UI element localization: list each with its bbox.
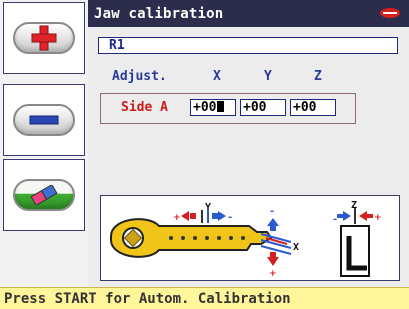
key-icon <box>110 218 273 258</box>
y-column-header: Y <box>264 69 272 84</box>
erase-pill <box>13 179 75 211</box>
status-bar: Press START for Autom. Calibration <box>0 287 409 309</box>
minus-icon <box>29 115 59 125</box>
z-value: +00 <box>293 100 317 115</box>
name-field[interactable]: R1 <box>98 37 398 54</box>
y-value: +00 <box>243 100 267 115</box>
x-value-field[interactable]: +00 <box>190 99 236 116</box>
remove-button[interactable] <box>3 84 85 156</box>
adjustment-row: Side A +00 +00 +00 <box>100 93 356 124</box>
svg-text:+: + <box>374 213 382 223</box>
erase-button[interactable] <box>3 159 85 231</box>
diagram-svg: Y + - - + X Z - + <box>110 200 382 279</box>
title-bar: Jaw calibration <box>88 0 409 27</box>
status-message: Press START for Autom. Calibration <box>4 291 291 307</box>
add-button[interactable] <box>3 2 85 74</box>
remove-pill <box>13 104 75 136</box>
svg-text:-: - <box>333 214 337 225</box>
y-axis-arrows: Y + - <box>173 202 232 223</box>
adjust-header: Adjust. <box>112 69 167 84</box>
svg-text:-: - <box>228 212 232 223</box>
calibration-diagram: Y + - - + X Z - + <box>100 195 400 281</box>
y-value-field[interactable]: +00 <box>240 99 286 116</box>
x-value: +00 <box>193 100 217 115</box>
x-axis-arrows: - + X <box>260 206 299 279</box>
z-value-field[interactable]: +00 <box>290 99 336 116</box>
plus-icon <box>31 25 57 51</box>
text-cursor <box>217 101 225 112</box>
side-label: Side A <box>121 100 168 115</box>
svg-text:+: + <box>173 213 181 223</box>
brand-logo-icon <box>380 8 400 18</box>
window-title: Jaw calibration <box>94 6 224 22</box>
eraser-icon <box>30 185 58 205</box>
x-axis-label: X <box>293 242 299 253</box>
svg-text:+: + <box>269 269 277 279</box>
jaw-icon: Z - + <box>333 200 382 277</box>
x-column-header: X <box>213 69 221 84</box>
svg-text:-: - <box>270 206 274 217</box>
main-panel: R1 Adjust. X Y Z Side A +00 +00 +00 Y + <box>88 27 409 287</box>
sidebar <box>0 0 88 287</box>
z-column-header: Z <box>314 69 322 84</box>
add-pill <box>13 22 75 54</box>
